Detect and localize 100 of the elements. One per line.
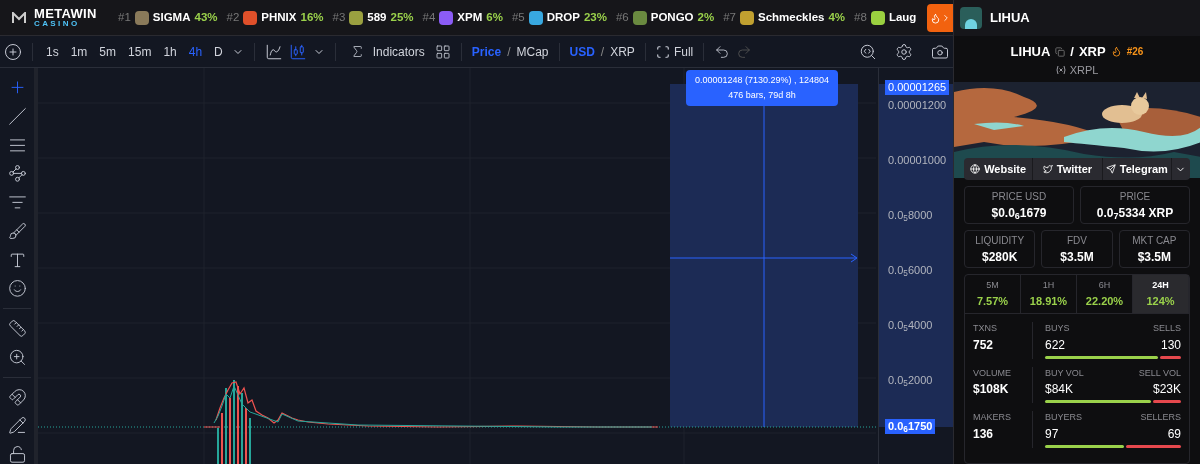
search-icon[interactable] bbox=[859, 42, 877, 61]
slash-separator: / bbox=[600, 43, 605, 61]
logo-icon bbox=[12, 11, 26, 24]
ticker-item[interactable]: #5 DROP 23% bbox=[511, 8, 607, 27]
slash-separator: / bbox=[1070, 43, 1074, 61]
currency-toggle[interactable]: USD bbox=[569, 42, 595, 61]
ticker-item[interactable]: #7 Schmeckles 4% bbox=[723, 8, 846, 27]
stat-label: BUYS bbox=[1045, 322, 1070, 335]
interval-button[interactable]: 1m bbox=[67, 42, 91, 61]
stat-label: BUY VOL bbox=[1045, 366, 1084, 380]
price-label: 0.00001200 bbox=[888, 98, 947, 113]
ticker-item[interactable]: #8 Laug bbox=[854, 8, 917, 27]
stat-value: 69 bbox=[1167, 425, 1181, 443]
pencil-icon[interactable] bbox=[7, 416, 27, 436]
indicators-button[interactable]: Indicators bbox=[345, 42, 429, 61]
stat-label: MKT CAP bbox=[1132, 233, 1177, 248]
stat-label: LIQUIDITY bbox=[975, 233, 1025, 248]
send-icon bbox=[1105, 164, 1116, 174]
ticker-item[interactable]: #1 SIGMA 43% bbox=[118, 8, 218, 27]
stat-value: $23K bbox=[1152, 381, 1181, 398]
add-symbol-icon[interactable] bbox=[4, 42, 22, 61]
price-mode-toggle[interactable]: Price bbox=[471, 42, 502, 61]
lock-icon[interactable] bbox=[7, 445, 27, 464]
interval-button[interactable]: 1h bbox=[160, 42, 180, 61]
magnet-icon[interactable] bbox=[7, 387, 27, 407]
line-tool-icon[interactable] bbox=[7, 106, 27, 126]
stat-label: SELLS bbox=[1152, 322, 1181, 335]
ticker-item[interactable]: #4 XPM 6% bbox=[422, 8, 503, 27]
stat-value: $84K bbox=[1045, 381, 1074, 398]
brand-name: METAWIN bbox=[34, 7, 97, 20]
interval-button[interactable]: 5m bbox=[96, 42, 120, 61]
fullscreen-icon bbox=[655, 44, 670, 59]
ticker-item[interactable]: #6 PONGO 2% bbox=[615, 8, 715, 27]
quote-symbol: XRP bbox=[1078, 43, 1106, 61]
flame-icon bbox=[929, 12, 941, 24]
stat-value: $3.5M bbox=[1137, 248, 1171, 266]
interval-button[interactable]: 4h bbox=[185, 42, 206, 61]
measure-tooltip: 0.00001248 (7130.29%) , 124804 476 bars, 79d 8h bbox=[686, 70, 838, 106]
price-label: 0.0$_{5}$8000 bbox=[888, 208, 933, 223]
flame-icon bbox=[1110, 46, 1122, 58]
fullscreen-button[interactable]: Full bbox=[655, 42, 694, 61]
social-link-button[interactable]: Twitter bbox=[1033, 158, 1103, 180]
stat-value: $3.5M bbox=[1060, 248, 1094, 266]
social-link-button[interactable]: Website bbox=[964, 158, 1034, 180]
copy-icon[interactable] bbox=[1055, 46, 1066, 57]
brand-subtitle: CASINO bbox=[34, 20, 81, 28]
base-symbol: LIHUA bbox=[1010, 43, 1051, 61]
stat-label: SELL VOL bbox=[1138, 366, 1181, 380]
price-label: 0.00001265 bbox=[885, 80, 950, 95]
token-name: LIHUA bbox=[990, 9, 1030, 28]
stat-value: $280K bbox=[981, 248, 1018, 266]
ruler-icon[interactable] bbox=[7, 319, 27, 338]
period-tab[interactable]: 5M 7.57% bbox=[965, 275, 1021, 313]
last-price-label: 0.0$_{6}$1750 bbox=[885, 419, 936, 434]
price-label: 0.0$_{5}$4000 bbox=[888, 318, 933, 333]
candlestick-icon[interactable] bbox=[288, 42, 307, 61]
stat-value: 97 bbox=[1045, 425, 1059, 443]
price-label: 0.00001000 bbox=[888, 153, 947, 168]
stat-label: BUYERS bbox=[1045, 411, 1082, 424]
stat-value: 136 bbox=[973, 425, 995, 443]
settings-icon[interactable] bbox=[895, 42, 913, 61]
ticker-item[interactable]: #3 589 25% bbox=[332, 8, 414, 27]
projection-icon[interactable] bbox=[7, 193, 27, 212]
brush-icon[interactable] bbox=[7, 221, 27, 241]
camera-icon[interactable] bbox=[931, 42, 949, 61]
pattern-icon[interactable] bbox=[7, 164, 27, 184]
interval-button[interactable]: 1s bbox=[43, 42, 62, 61]
token-avatar bbox=[960, 7, 982, 29]
stat-label: PRICE bbox=[1119, 189, 1151, 204]
period-tab[interactable]: 24H 124% bbox=[1133, 275, 1189, 313]
stat-label: VOLUME bbox=[973, 366, 1012, 380]
zoom-in-icon[interactable] bbox=[7, 347, 27, 367]
chain-icon bbox=[1055, 65, 1066, 74]
slash-separator: / bbox=[507, 43, 511, 61]
price-mode-toggle[interactable]: MCap bbox=[516, 42, 549, 61]
social-link-button[interactable]: Telegram bbox=[1102, 158, 1172, 180]
trending-rank: #26 bbox=[1126, 45, 1144, 60]
layout-icon[interactable] bbox=[434, 43, 451, 60]
stat-value: $108K bbox=[973, 381, 1010, 398]
stat-label: TXNS bbox=[973, 322, 998, 335]
stat-label: FDV bbox=[1067, 233, 1087, 248]
chain-name: XRPL bbox=[1069, 62, 1099, 78]
stat-value: 622 bbox=[1045, 336, 1066, 354]
ticker-item[interactable]: #2 PHNIX 16% bbox=[226, 8, 324, 27]
undo-icon[interactable] bbox=[714, 43, 731, 60]
stat-label: MAKERS bbox=[973, 411, 1012, 424]
price-label: 0.0$_{5}$6000 bbox=[888, 263, 933, 278]
stat-value: 0.0$_{7}$5334 XRP bbox=[1096, 204, 1174, 222]
stat-value: $0.0$_{6}$1679 bbox=[991, 204, 1047, 222]
currency-toggle[interactable]: XRP bbox=[610, 42, 635, 61]
line-chart-icon[interactable] bbox=[264, 42, 283, 61]
interval-button[interactable]: 15m bbox=[125, 42, 155, 61]
interval-button[interactable]: D bbox=[211, 42, 226, 61]
stat-label: PRICE USD bbox=[991, 189, 1047, 204]
stat-value: 752 bbox=[973, 336, 995, 354]
stat-value: 130 bbox=[1160, 336, 1181, 354]
smiley-icon[interactable] bbox=[7, 279, 27, 299]
stat-label: SELLERS bbox=[1140, 411, 1181, 424]
period-tab[interactable]: 1H 18.91% bbox=[1021, 275, 1077, 313]
globe-icon bbox=[970, 164, 981, 174]
